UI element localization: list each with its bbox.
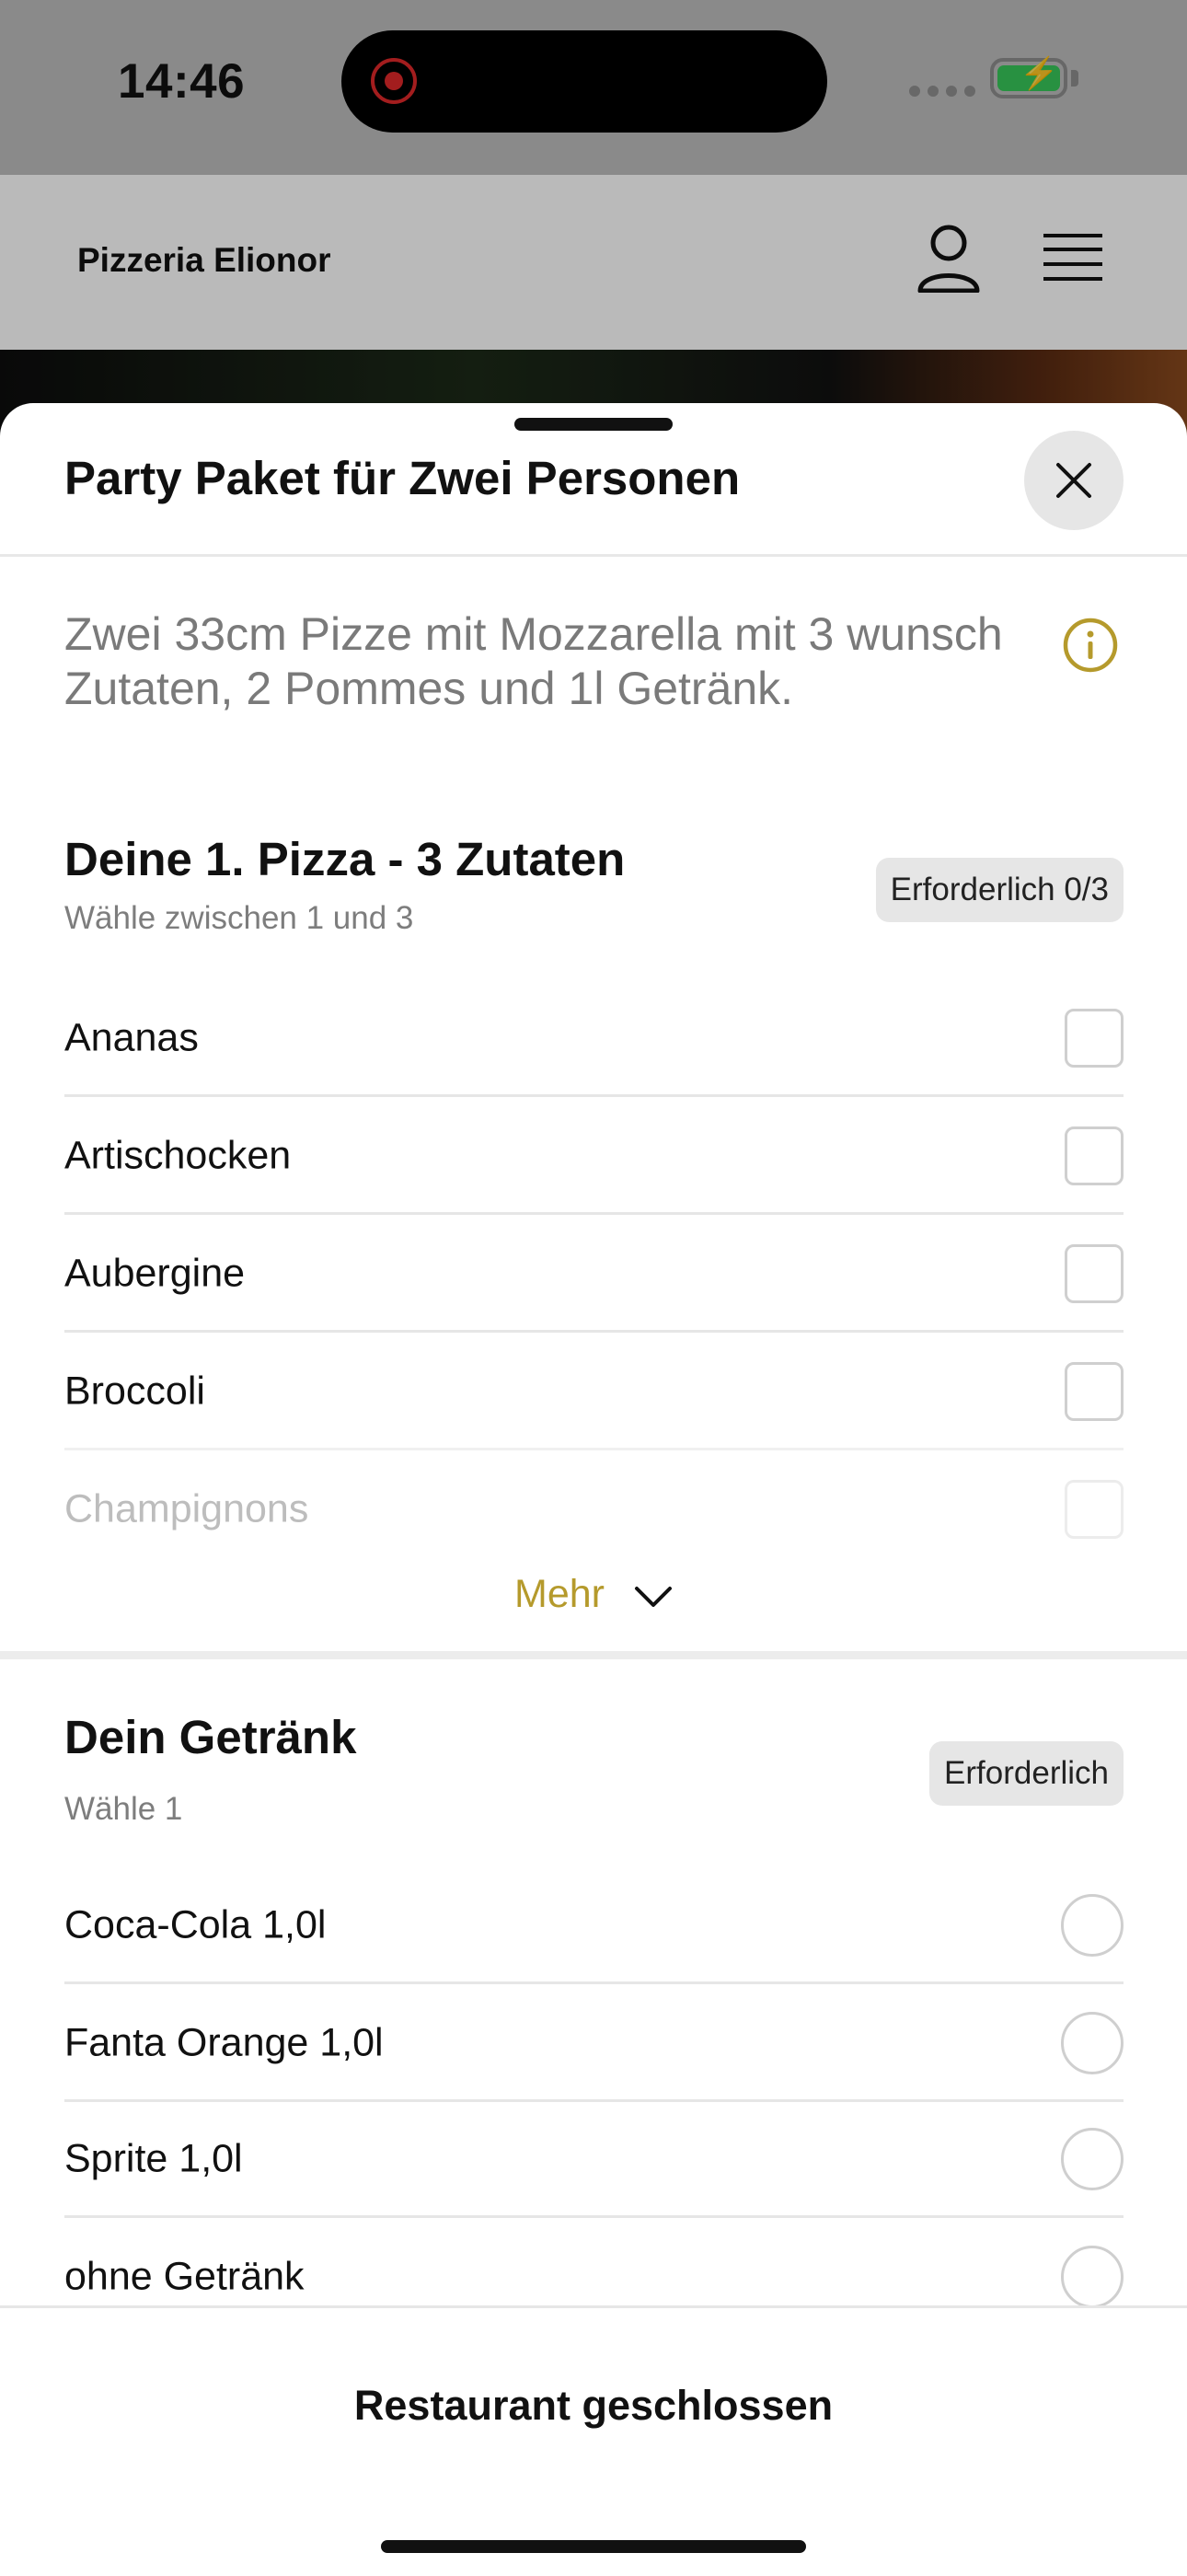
drink-radio[interactable] (1061, 2128, 1124, 2190)
drink-group-title: Dein Getränk (64, 1711, 357, 1763)
drink-option[interactable]: Coca-Cola 1,0l (64, 1866, 1124, 1984)
topping-label: Aubergine (64, 1251, 246, 1296)
drink-label: Fanta Orange 1,0l (64, 2020, 384, 2065)
required-badge: Erforderlich 0/3 (875, 858, 1124, 922)
chevron-down-icon (634, 1586, 672, 1607)
close-icon (1056, 463, 1091, 498)
close-button[interactable] (1024, 431, 1124, 530)
drink-label: ohne Getränk (64, 2254, 305, 2299)
drink-group-subtitle: Wähle 1 (64, 1791, 183, 1827)
drink-label: Coca-Cola 1,0l (64, 1902, 327, 1947)
sheet-grabber[interactable] (514, 418, 673, 431)
topping-checkbox[interactable] (1065, 1244, 1124, 1303)
sheet-footer: Restaurant geschlossen (0, 2305, 1187, 2576)
topping-label: Ananas (64, 1015, 199, 1060)
topping-option[interactable]: Aubergine (64, 1215, 1124, 1333)
show-more-button[interactable]: Mehr (0, 1572, 1187, 1617)
drink-radio[interactable] (1061, 2012, 1124, 2074)
info-icon[interactable] (1062, 617, 1119, 674)
topping-option[interactable]: Champignons (64, 1450, 1124, 1568)
topping-checkbox[interactable] (1065, 1480, 1124, 1539)
topping-checkbox[interactable] (1065, 1362, 1124, 1421)
topping-label: Champignons (64, 1486, 309, 1531)
topping-label: Broccoli (64, 1369, 205, 1414)
pizza-group-subtitle: Wähle zwischen 1 und 3 (64, 900, 414, 936)
drink-radio[interactable] (1061, 1894, 1124, 1957)
topping-label: Artischocken (64, 1133, 292, 1178)
modal-scrim[interactable] (0, 0, 1187, 460)
show-more-label: Mehr (514, 1572, 605, 1616)
sheet-title: Party Paket für Zwei Personen (64, 452, 741, 504)
section-divider (0, 1651, 1187, 1659)
drink-option[interactable]: Sprite 1,0l (64, 2100, 1124, 2218)
drink-label: Sprite 1,0l (64, 2136, 243, 2181)
required-badge: Erforderlich (929, 1741, 1124, 1806)
topping-checkbox[interactable] (1065, 1126, 1124, 1185)
topping-checkbox[interactable] (1065, 1009, 1124, 1068)
drink-radio[interactable] (1061, 2246, 1124, 2308)
topping-option[interactable]: Artischocken (64, 1097, 1124, 1215)
restaurant-status: Restaurant geschlossen (353, 2382, 834, 2429)
topping-option[interactable]: Ananas (64, 979, 1124, 1097)
product-sheet: Party Paket für Zwei Personen Zwei 33cm … (0, 403, 1187, 2573)
drink-option[interactable]: Fanta Orange 1,0l (64, 1984, 1124, 2102)
home-indicator[interactable] (381, 2540, 806, 2553)
pizza-group-title: Deine 1. Pizza - 3 Zutaten (64, 833, 626, 885)
product-description: Zwei 33cm Pizze mit Mozzarella mit 3 wun… (64, 608, 1003, 714)
topping-option[interactable]: Broccoli (64, 1333, 1124, 1450)
